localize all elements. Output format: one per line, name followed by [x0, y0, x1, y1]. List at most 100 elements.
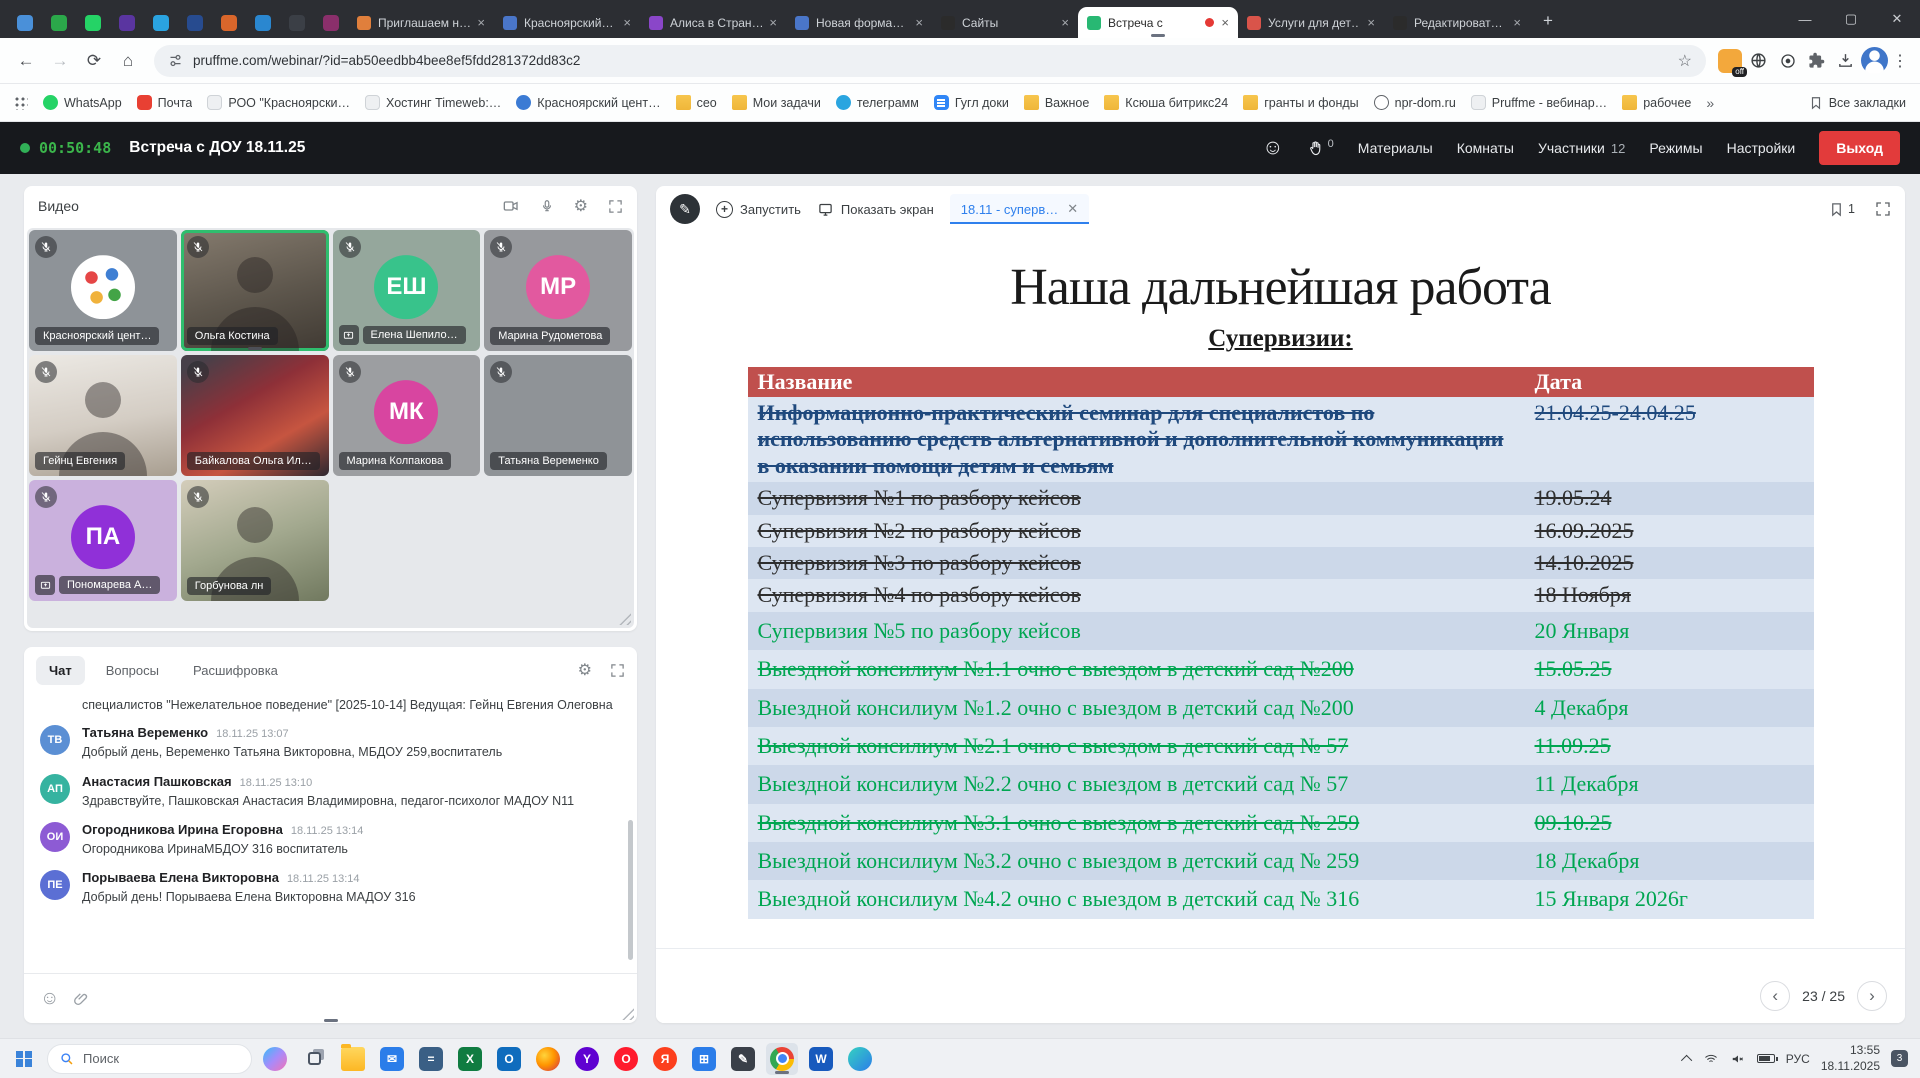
extensions-puzzle-icon[interactable]	[1803, 47, 1830, 74]
prev-slide-icon[interactable]: ‹	[1760, 981, 1791, 1011]
bookmarks-overflow-icon[interactable]: »	[1706, 95, 1714, 111]
taskbar-app-icon[interactable]: ✉	[376, 1043, 408, 1075]
browser-menu-icon[interactable]: ⋮	[1890, 51, 1910, 71]
emoji-icon[interactable]: ☺	[40, 988, 59, 1010]
chat-input[interactable]	[103, 983, 621, 1014]
taskbar-app-icon[interactable]: ⊞	[688, 1043, 720, 1075]
tray-volume-muted-icon[interactable]	[1730, 1052, 1746, 1066]
mic-icon[interactable]	[540, 198, 554, 214]
taskbar-app-icon[interactable]	[844, 1043, 876, 1075]
browser-tab[interactable]: Услуги для дет… ×	[1238, 7, 1384, 38]
extension-globe-icon[interactable]	[1745, 47, 1772, 74]
chat-scrollbar[interactable]	[628, 819, 633, 960]
header-nav-item[interactable]: Участники 12	[1538, 140, 1625, 156]
download-icon[interactable]	[1832, 47, 1859, 74]
chat-expand-icon[interactable]	[610, 663, 625, 678]
tab-close-icon[interactable]: ×	[1221, 15, 1229, 30]
bookmark-item[interactable]: Почта	[136, 95, 192, 110]
browser-tab[interactable]: Встреча с ×	[1078, 7, 1238, 38]
video-tile[interactable]: Татьяна Веременко	[484, 355, 632, 476]
new-tab-button[interactable]: +	[1534, 7, 1562, 35]
bookmark-item[interactable]: Гугл доки	[933, 95, 1009, 110]
minimize-button[interactable]: —	[1782, 0, 1828, 38]
video-tile[interactable]: Байкалова Ольга Ил…	[180, 355, 329, 476]
draw-tools-button[interactable]: ✎	[670, 194, 700, 224]
pinned-tab[interactable]	[42, 8, 76, 38]
bookmark-item[interactable]: Pruffme - вебинар…	[1470, 95, 1607, 110]
taskbar-app-icon[interactable]	[337, 1043, 369, 1075]
header-nav-item[interactable]: Настройки	[1727, 140, 1796, 156]
all-bookmarks[interactable]: Все закладки	[1809, 96, 1906, 110]
pinned-tab[interactable]	[8, 8, 42, 38]
pinned-tab[interactable]	[76, 8, 110, 38]
bookmark-item[interactable]: сео	[675, 95, 717, 110]
browser-tab[interactable]: Новая форма… ×	[786, 7, 932, 38]
header-nav-item[interactable]: Материалы	[1358, 140, 1433, 156]
browser-tab[interactable]: Приглашаем н… ×	[348, 7, 494, 38]
browser-tab[interactable]: Алиса в Стран… ×	[640, 7, 786, 38]
taskbar-app-icon[interactable]: =	[415, 1043, 447, 1075]
bookmark-item[interactable]: npr-dom.ru	[1373, 95, 1456, 110]
taskbar-app-icon[interactable]: O	[610, 1043, 642, 1075]
chat-tab[interactable]: Расшифровка	[180, 656, 291, 685]
close-button[interactable]: ✕	[1874, 0, 1920, 38]
pinned-tab[interactable]	[314, 8, 348, 38]
url-bar[interactable]: pruffme.com/webinar/?id=ab50eedbb4bee8ef…	[154, 44, 1706, 77]
pinned-tab[interactable]	[280, 8, 314, 38]
bookmark-item[interactable]: Мои задачи	[731, 95, 821, 110]
header-nav-item[interactable]: Комнаты	[1457, 140, 1514, 156]
taskbar-app-icon[interactable]	[532, 1043, 564, 1075]
taskbar-app-icon[interactable]: O	[493, 1043, 525, 1075]
taskbar-app-icon[interactable]: W	[805, 1043, 837, 1075]
extension-vpn-icon[interactable]: off	[1716, 47, 1747, 77]
taskbar-app-icon[interactable]	[259, 1043, 291, 1075]
reload-icon[interactable]: ⟳	[78, 45, 110, 77]
browser-tab[interactable]: Редактироват… ×	[1384, 7, 1530, 38]
bookmark-item[interactable]: Важное	[1023, 95, 1089, 110]
video-expand-icon[interactable]	[608, 199, 623, 214]
bookmark-item[interactable]: Ксюша битрикс24	[1104, 95, 1228, 110]
bookmark-item[interactable]: РОО "Красноярски…	[207, 95, 350, 110]
launch-button[interactable]: + Запустить	[716, 200, 801, 218]
tray-battery-icon[interactable]	[1756, 1054, 1778, 1063]
notification-count-badge[interactable]: 3	[1891, 1050, 1908, 1067]
tray-network-icon[interactable]	[1703, 1052, 1719, 1066]
chat-tab[interactable]: Чат	[36, 655, 85, 685]
home-icon[interactable]: ⌂	[112, 45, 144, 77]
forward-icon[interactable]: →	[44, 45, 76, 77]
maximize-button[interactable]: ▢	[1828, 0, 1874, 38]
taskbar-app-icon[interactable]: ✎	[727, 1043, 759, 1075]
back-icon[interactable]: ←	[10, 45, 42, 77]
tab-close-icon[interactable]: ×	[769, 15, 777, 30]
doc-tab-close-icon[interactable]: ✕	[1067, 201, 1078, 217]
taskbar-app-icon[interactable]: X	[454, 1043, 486, 1075]
pinned-tab[interactable]	[178, 8, 212, 38]
tab-close-icon[interactable]: ×	[477, 15, 485, 30]
video-tile[interactable]: Горбунова лн	[180, 480, 329, 601]
presentation-expand-icon[interactable]	[1875, 201, 1891, 217]
taskbar-app-icon[interactable]: Я	[649, 1043, 681, 1075]
tab-close-icon[interactable]: ×	[623, 15, 631, 30]
video-tile[interactable]: Красноярский цент…	[29, 230, 177, 351]
presentation-doc-tab[interactable]: 18.11 - суперв… ✕	[949, 194, 1090, 224]
header-nav-item[interactable]: Режимы	[1649, 140, 1702, 156]
pinned-tab[interactable]	[144, 8, 178, 38]
chat-message-list[interactable]: специалистов "Нежелательное поведение" […	[24, 697, 625, 969]
start-button[interactable]	[8, 1043, 40, 1075]
attachment-icon[interactable]	[73, 991, 89, 1007]
video-tile[interactable]: Гейнц Евгения	[29, 355, 177, 476]
video-tile[interactable]: ЕШ Елена Шепило…	[332, 230, 481, 351]
profile-avatar[interactable]	[1861, 47, 1888, 74]
slide-area[interactable]: Наша дальнейшая работа Супервизии: Назва…	[656, 232, 1905, 1023]
bookmark-item[interactable]: Красноярский цент…	[516, 95, 661, 110]
bookmark-item[interactable]: телеграмм	[835, 95, 919, 110]
video-tile[interactable]: МР Марина Рудометова	[484, 230, 632, 351]
raise-hand-button[interactable]: 0	[1308, 138, 1334, 157]
camera-icon[interactable]	[502, 198, 520, 214]
taskbar-app-icon[interactable]: Y	[571, 1043, 603, 1075]
bookmark-item[interactable]: WhatsApp	[43, 95, 122, 110]
browser-tab[interactable]: Сайты ×	[932, 7, 1078, 38]
chat-settings-gear-icon[interactable]: ⚙	[578, 660, 592, 680]
tab-close-icon[interactable]: ×	[1061, 15, 1069, 30]
video-tile[interactable]: ПА Пономарева А…	[29, 480, 177, 601]
